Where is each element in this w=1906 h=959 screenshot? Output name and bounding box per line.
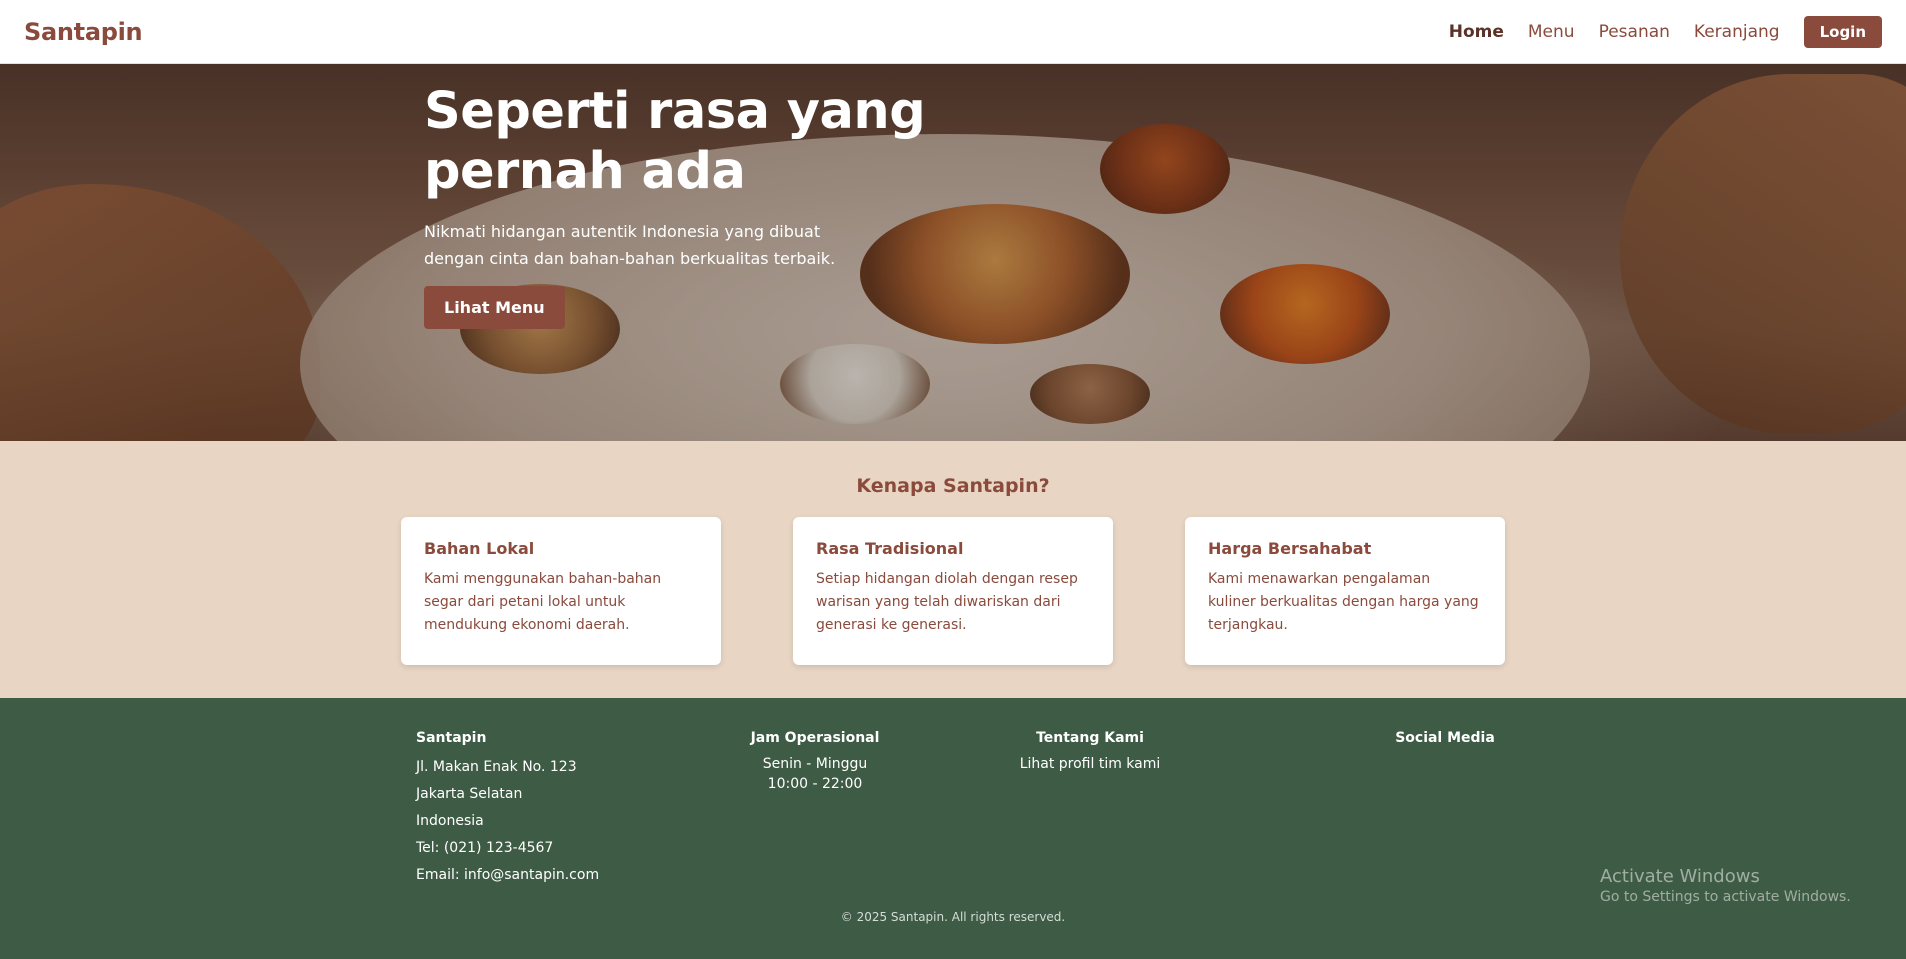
why-title: Kenapa Santapin? (856, 475, 1050, 497)
navbar: Santapin Home Menu Pesanan Keranjang Log… (0, 0, 1906, 64)
why-section: Kenapa Santapin? Bahan Lokal Kami menggu… (0, 441, 1906, 698)
hero-content: Seperti rasa yang pernah ada Nikmati hid… (424, 82, 1084, 329)
footer-hours: Jam Operasional Senin - Minggu 10:00 - 2… (740, 730, 890, 794)
activate-windows-watermark: Activate Windows Go to Settings to activ… (1600, 866, 1851, 905)
activate-windows-title: Activate Windows (1600, 866, 1760, 887)
feature-card-text: Kami menggunakan bahan-bahan segar dari … (424, 571, 662, 633)
feature-card-title: Rasa Tradisional (816, 539, 964, 558)
footer-address-line: Indonesia (416, 813, 484, 829)
footer-contact: Santapin Jl. Makan Enak No. 123 Jakarta … (416, 730, 599, 889)
login-button[interactable]: Login (1803, 15, 1882, 48)
nav-link-home[interactable]: Home (1449, 22, 1504, 42)
footer-about-title: Tentang Kami (1036, 730, 1144, 746)
nav-link-menu[interactable]: Menu (1528, 22, 1575, 42)
feature-card-title: Harga Bersahabat (1208, 539, 1372, 558)
footer-about: Tentang Kami Lihat profil tim kami (1000, 730, 1180, 774)
footer-hours-title: Jam Operasional (750, 730, 880, 746)
footer-hours-time: 10:00 - 22:00 (767, 776, 863, 792)
activate-windows-subtitle: Go to Settings to activate Windows. (1600, 889, 1851, 905)
feature-card: Bahan Lokal Kami menggunakan bahan-bahan… (401, 517, 721, 665)
hero-section: Seperti rasa yang pernah ada Nikmati hid… (0, 64, 1906, 441)
footer-email: Email: info@santapin.com (416, 867, 600, 883)
nav-link-keranjang[interactable]: Keranjang (1694, 22, 1780, 42)
copyright: © 2025 Santapin. All rights reserved. (840, 910, 1066, 924)
feature-card-title: Bahan Lokal (424, 539, 535, 558)
footer-hours-days: Senin - Minggu (762, 756, 868, 772)
footer: Santapin Jl. Makan Enak No. 123 Jakarta … (0, 698, 1906, 959)
footer-phone: Tel: (021) 123-4567 (416, 840, 554, 856)
nav-link-pesanan[interactable]: Pesanan (1599, 22, 1670, 42)
footer-brand: Santapin (416, 730, 487, 746)
view-menu-button[interactable]: Lihat Menu (424, 286, 565, 329)
team-profile-link[interactable]: Lihat profil tim kami (1000, 754, 1180, 774)
feature-card: Harga Bersahabat Kami menawarkan pengala… (1185, 517, 1505, 665)
feature-card-text: Setiap hidangan diolah dengan resep wari… (816, 571, 1078, 633)
feature-card: Rasa Tradisional Setiap hidangan diolah … (793, 517, 1113, 665)
footer-social: Social Media (1380, 730, 1510, 754)
hero-title: Seperti rasa yang pernah ada (424, 82, 926, 201)
footer-address-line: Jl. Makan Enak No. 123 (416, 759, 577, 775)
nav-links: Home Menu Pesanan Keranjang Login (1449, 15, 1882, 48)
footer-social-title: Social Media (1395, 730, 1495, 746)
feature-card-text: Kami menawarkan pengalaman kuliner berku… (1208, 571, 1479, 633)
footer-address-line: Jakarta Selatan (416, 786, 523, 802)
hero-subtitle: Nikmati hidangan autentik Indonesia yang… (424, 222, 836, 268)
brand-logo[interactable]: Santapin (24, 18, 143, 46)
feature-cards: Bahan Lokal Kami menggunakan bahan-bahan… (401, 517, 1505, 665)
